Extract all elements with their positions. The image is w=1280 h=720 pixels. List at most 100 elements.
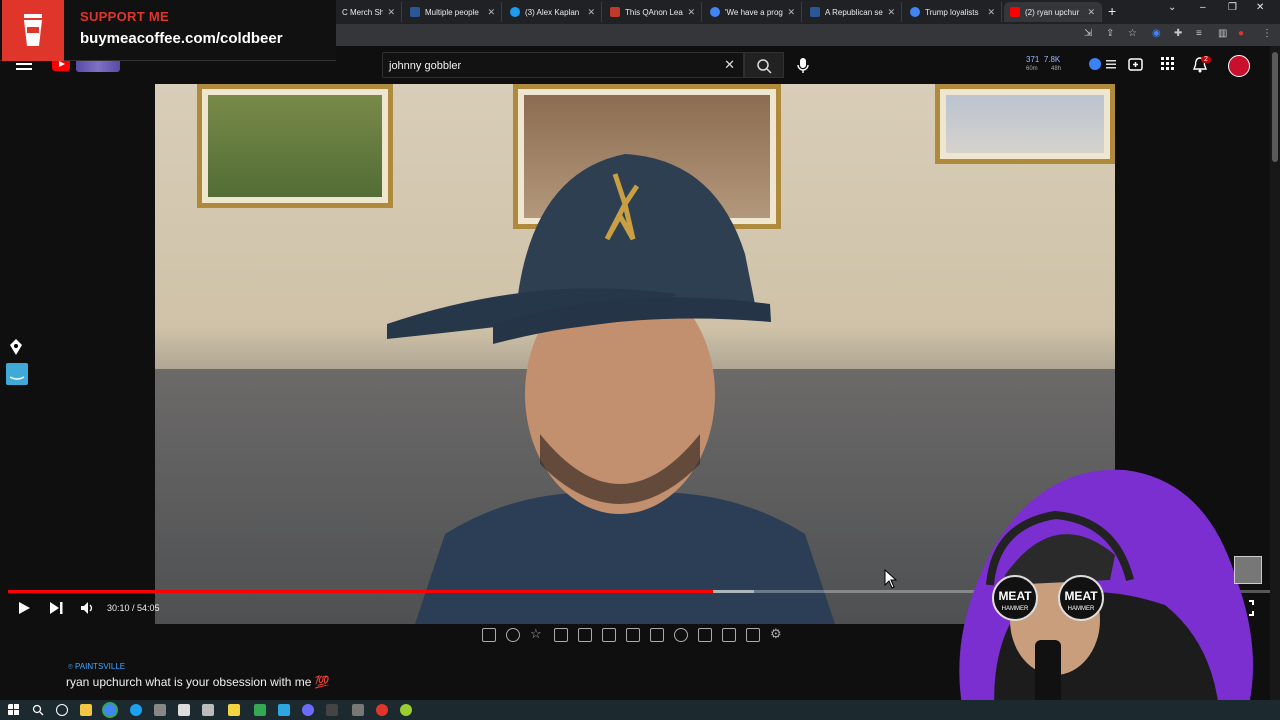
tab-republican[interactable]: A Republican se ✕ xyxy=(804,2,902,22)
search-icon[interactable] xyxy=(32,704,44,716)
popup-icon[interactable] xyxy=(650,628,664,642)
tab-label: 'We have a prog xyxy=(725,7,783,17)
side-panel-icon[interactable]: ▥ xyxy=(1218,28,1227,39)
app-icon[interactable] xyxy=(326,704,338,716)
tab-search-icon[interactable]: ⌄ xyxy=(1168,2,1176,13)
google-icon xyxy=(710,7,720,17)
scroll-thumb[interactable] xyxy=(1272,52,1278,162)
app-icon[interactable] xyxy=(154,704,166,716)
news-favicon-icon xyxy=(410,7,420,17)
star-icon[interactable]: ☆ xyxy=(530,627,544,642)
eye-icon[interactable] xyxy=(578,628,592,642)
restore-button[interactable]: ❐ xyxy=(1228,2,1237,13)
wall-painting xyxy=(935,84,1115,164)
glasses-text-right: MEAT xyxy=(1064,589,1098,603)
close-icon[interactable]: ✕ xyxy=(987,7,995,18)
tab-label: (2) ryan upchur xyxy=(1025,7,1080,17)
windows-taskbar xyxy=(0,700,1280,720)
mouse-cursor-icon xyxy=(884,569,898,589)
tab-youtube-active[interactable]: (2) ryan upchur ✕ xyxy=(1004,2,1102,22)
screenshot-icon[interactable] xyxy=(554,628,568,642)
close-icon[interactable]: ✕ xyxy=(687,7,695,18)
windows-start-icon[interactable] xyxy=(8,704,20,716)
reading-list-icon[interactable]: ≡ xyxy=(1196,28,1202,39)
progress-played xyxy=(8,590,714,593)
avatar[interactable] xyxy=(1228,55,1250,77)
tab-trump-loyalists[interactable]: Trump loyalists ✕ xyxy=(904,2,1002,22)
app-icon[interactable] xyxy=(278,704,290,716)
tab-label: A Republican se xyxy=(825,7,883,17)
discord-icon[interactable] xyxy=(302,704,314,716)
sheets-icon[interactable] xyxy=(254,704,266,716)
twitter-icon xyxy=(510,7,520,17)
pen-nib-icon[interactable] xyxy=(6,338,26,361)
speed-icon[interactable] xyxy=(674,628,688,642)
volume-icon[interactable] xyxy=(80,600,96,616)
window-close-button[interactable]: ✕ xyxy=(1256,2,1264,13)
translate-icon[interactable] xyxy=(6,363,28,390)
task-view-icon[interactable] xyxy=(56,704,68,716)
camera-icon[interactable] xyxy=(722,628,736,642)
close-icon[interactable]: ✕ xyxy=(1087,7,1095,18)
loop-icon[interactable] xyxy=(482,628,496,642)
screen: { "overlay": { "support_title": "SUPPORT… xyxy=(0,0,1280,720)
next-icon[interactable] xyxy=(48,600,64,616)
coffee-cup-icon xyxy=(2,0,64,61)
file-explorer-icon[interactable] xyxy=(80,704,92,716)
close-icon[interactable]: ✕ xyxy=(387,7,395,18)
tab-qanon-leader[interactable]: This QAnon Lea ✕ xyxy=(604,2,702,22)
apps-grid-icon[interactable] xyxy=(1160,56,1176,72)
add-icon[interactable] xyxy=(698,628,712,642)
stat-b: 7.8K xyxy=(1043,55,1061,64)
gear-icon[interactable]: ⚙ xyxy=(770,627,784,642)
profile-icon[interactable]: ● xyxy=(1238,28,1244,39)
play-icon[interactable] xyxy=(16,600,32,616)
chrome-icon[interactable] xyxy=(104,704,116,716)
create-icon[interactable] xyxy=(1128,56,1146,74)
voice-search-button[interactable] xyxy=(792,54,814,76)
support-url[interactable]: buymeacoffee.com/coldbeer xyxy=(80,30,283,47)
share-icon[interactable]: ⇪ xyxy=(1106,28,1114,39)
page-scrollbar[interactable] xyxy=(1270,46,1280,700)
notes-icon[interactable] xyxy=(228,704,240,716)
tab-we-have-a-program[interactable]: 'We have a prog ✕ xyxy=(704,2,802,22)
mini-player-icon[interactable] xyxy=(626,628,640,642)
stat-a: 371 xyxy=(1026,55,1040,64)
tab-label: Multiple people xyxy=(425,7,479,17)
close-icon[interactable]: ✕ xyxy=(787,7,795,18)
wall-painting xyxy=(197,84,393,208)
search-button[interactable] xyxy=(744,52,784,78)
puzzle-icon[interactable]: ✚ xyxy=(1174,28,1182,39)
tab-label: C Merch Shop xyxy=(342,7,384,17)
app-icon[interactable] xyxy=(400,704,412,716)
install-icon[interactable]: ⇲ xyxy=(1084,28,1092,39)
theater-icon[interactable] xyxy=(602,628,616,642)
clear-search-icon[interactable]: ✕ xyxy=(724,57,735,73)
close-icon[interactable]: ✕ xyxy=(587,7,595,18)
search-input[interactable]: johnny gobbler ✕ xyxy=(382,52,744,78)
obs-icon[interactable] xyxy=(376,704,388,716)
close-icon[interactable]: ✕ xyxy=(487,7,495,18)
keyboard-icon[interactable] xyxy=(746,628,760,642)
tab-merch-shop[interactable]: C Merch Shop ✕ xyxy=(336,2,402,22)
glasses-text-left: MEAT xyxy=(998,589,1032,603)
close-icon[interactable]: ✕ xyxy=(887,7,895,18)
tab-alex-kaplan[interactable]: (3) Alex Kaplan ✕ xyxy=(504,2,602,22)
tab-label: This QAnon Lea xyxy=(625,7,683,17)
document-icon[interactable] xyxy=(178,704,190,716)
chat-location: ⌾ PAINTSVILLE xyxy=(68,662,125,672)
extension-controls-icon[interactable] xyxy=(1088,56,1122,72)
extension-icon[interactable]: ◉ xyxy=(1152,28,1161,39)
app-icon[interactable] xyxy=(352,704,364,716)
broadcast-icon[interactable] xyxy=(506,628,520,642)
new-tab-button[interactable]: + xyxy=(1108,3,1116,19)
google-icon xyxy=(910,7,920,17)
app-icon[interactable] xyxy=(202,704,214,716)
edge-icon[interactable] xyxy=(130,704,142,716)
webcam-overlay: MEAT HAMMER MEAT HAMMER xyxy=(959,469,1253,720)
minimize-button[interactable]: – xyxy=(1200,2,1206,13)
tab-multiple-people[interactable]: Multiple people ✕ xyxy=(404,2,502,22)
bookmark-star-icon[interactable]: ☆ xyxy=(1128,28,1137,39)
browser-menu-icon[interactable]: ⋮ xyxy=(1262,28,1272,39)
tab-label: (3) Alex Kaplan xyxy=(525,7,580,17)
